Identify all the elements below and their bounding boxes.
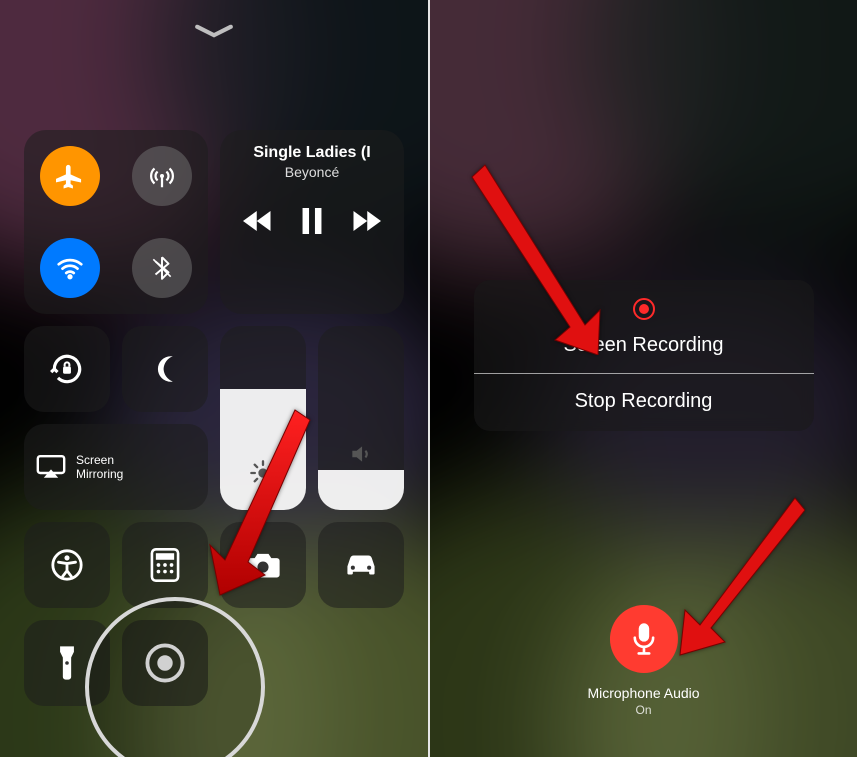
rotation-lock-icon: [48, 350, 86, 388]
wifi-toggle[interactable]: [40, 238, 100, 298]
airplay-icon: [36, 455, 66, 479]
speaker-icon: [348, 441, 374, 472]
pause-icon: [301, 208, 323, 234]
screen-mirroring-button[interactable]: ScreenMirroring: [24, 424, 208, 510]
annotation-arrow-right-bottom: [665, 490, 805, 665]
chevron-down-icon[interactable]: [193, 22, 235, 45]
cellular-data-toggle[interactable]: [132, 146, 192, 206]
wifi-icon: [55, 253, 85, 283]
car-icon: [342, 552, 380, 578]
bluetooth-toggle[interactable]: [132, 238, 192, 298]
screen-recording-panel: Screen Recording Stop Recording Micropho…: [430, 0, 857, 757]
pause-button[interactable]: [301, 208, 323, 239]
annotation-arrow-left: [200, 400, 320, 605]
bluetooth-icon: [149, 255, 175, 281]
rotation-lock-button[interactable]: [24, 326, 110, 412]
microphone-icon: [628, 622, 658, 656]
volume-slider[interactable]: [318, 326, 404, 510]
now-playing-title: Single Ladies (I: [228, 144, 396, 162]
fastforward-button[interactable]: [351, 209, 381, 238]
screen-record-button[interactable]: [122, 620, 208, 706]
cellular-antenna-icon: [147, 161, 177, 191]
screen-mirroring-label-2: Mirroring: [76, 467, 123, 481]
fastforward-icon: [351, 209, 381, 233]
recording-indicator-icon: [633, 298, 655, 320]
do-not-disturb-button[interactable]: [122, 326, 208, 412]
now-playing-artist: Beyoncé: [285, 164, 339, 180]
driving-mode-button[interactable]: [318, 522, 404, 608]
airplane-icon: [56, 162, 84, 190]
media-tile[interactable]: Single Ladies (I Beyoncé: [220, 130, 404, 314]
accessibility-icon: [50, 548, 84, 582]
flashlight-icon: [57, 645, 77, 681]
screen-mirroring-label-1: Screen: [76, 453, 114, 467]
flashlight-button[interactable]: [24, 620, 110, 706]
microphone-state: On: [635, 703, 651, 717]
rewind-button[interactable]: [243, 209, 273, 238]
record-icon: [143, 641, 187, 685]
moon-icon: [148, 352, 182, 386]
control-center-panel: Single Ladies (I Beyoncé: [0, 0, 428, 757]
stop-recording-button[interactable]: Stop Recording: [474, 374, 814, 431]
rewind-icon: [243, 209, 273, 233]
calculator-icon: [150, 548, 180, 582]
calculator-button[interactable]: [122, 522, 208, 608]
connectivity-tile[interactable]: [24, 130, 208, 314]
airplane-mode-toggle[interactable]: [40, 146, 100, 206]
annotation-arrow-right-top: [470, 155, 630, 360]
accessibility-button[interactable]: [24, 522, 110, 608]
microphone-label: Microphone Audio: [587, 685, 699, 701]
